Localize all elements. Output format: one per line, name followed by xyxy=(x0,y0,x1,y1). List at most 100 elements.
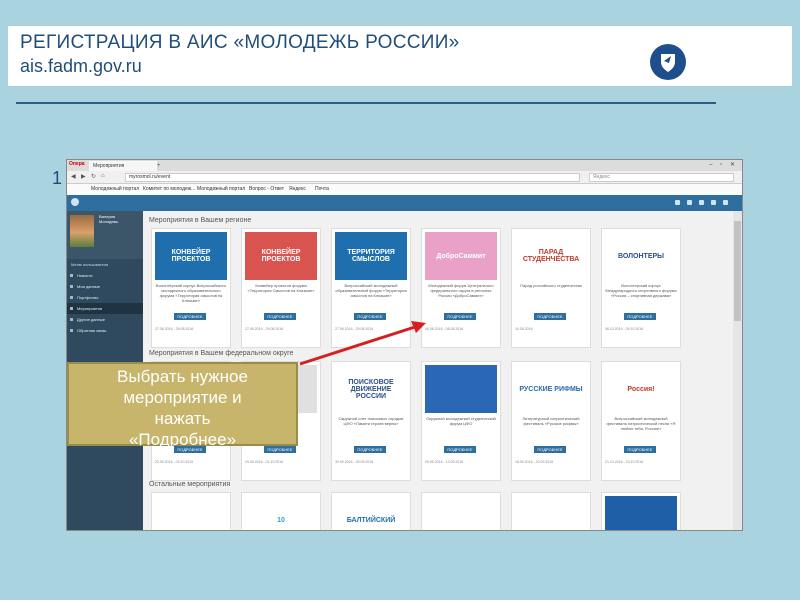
scroll-thumb[interactable] xyxy=(734,221,741,321)
calendar-icon[interactable] xyxy=(699,200,704,205)
sidebar-item-my-data[interactable]: Мои данные xyxy=(67,281,143,292)
event-description: Литературный патриотический фестиваль «Р… xyxy=(522,416,580,426)
new-tab-icon[interactable]: + xyxy=(157,163,161,169)
bookmark-item[interactable]: Яндекс xyxy=(289,186,306,192)
event-card[interactable]: КОНВЕЙЕР ПРОЕКТОВ Конвейер проектов форум… xyxy=(241,228,321,348)
event-image[interactable]: ПАРАД СТУДЕНЧЕСТВА xyxy=(515,232,587,280)
event-card[interactable]: ПОИСКОВОЕ ДВИЖЕНИЕ РОССИИ Окружной слет п… xyxy=(331,361,411,481)
url-input[interactable]: myrosmol.ru/event xyxy=(125,173,580,182)
user-profile: Валерия Молодежь xyxy=(67,211,143,259)
event-card[interactable] xyxy=(511,492,591,530)
site-header xyxy=(67,195,742,211)
event-card[interactable] xyxy=(601,492,681,530)
event-image[interactable] xyxy=(155,496,227,530)
event-image[interactable] xyxy=(515,496,587,530)
event-card[interactable] xyxy=(421,492,501,530)
event-image[interactable]: ТЕРРИТОРИЯ СМЫСЛОВ xyxy=(335,232,407,280)
event-dates: 30.09.2016 - 30.09.2016 xyxy=(335,460,374,464)
bookmark-item[interactable]: Молодежный портал xyxy=(91,186,139,192)
event-dates: 27.06.2016 - 29.08.2016 xyxy=(245,327,284,331)
event-dates: 21.10.2016 - 23.10.2016 xyxy=(605,460,644,464)
reload-icon[interactable]: ↻ xyxy=(91,173,96,180)
event-description: Конвейер проектов форума «Территория Смы… xyxy=(247,283,315,293)
browser-tabbar: Опера Мероприятия + – ▫ ✕ xyxy=(67,160,742,171)
sidebar-item-news[interactable]: Новости xyxy=(67,270,143,281)
event-description: Молодежный форум Центрального федерально… xyxy=(428,283,494,298)
slide-title: РЕГИСТРАЦИЯ В АИС «МОЛОДЕЖЬ РОССИИ» xyxy=(20,32,460,53)
bookmark-item[interactable]: Комитет по молодеж... xyxy=(143,186,195,192)
event-dates: 09.09.2016 - 12.09.2016 xyxy=(425,460,464,464)
avatar xyxy=(70,215,94,247)
event-dates: 18.09.2016 - 23.09.2016 xyxy=(515,460,554,464)
event-card[interactable] xyxy=(151,492,231,530)
header-divider xyxy=(16,102,716,104)
event-image[interactable]: КОНВЕЙЕР ПРОЕКТОВ xyxy=(245,232,317,280)
event-card[interactable]: Россия! Всероссийский молодежный фестивал… xyxy=(601,361,681,481)
event-image[interactable]: РУССКИЕ РИФМЫ xyxy=(515,365,587,413)
window-controls[interactable]: – ▫ ✕ xyxy=(709,161,738,168)
notification-icon[interactable] xyxy=(675,200,680,205)
details-button[interactable]: ПОДРОБНЕЕ xyxy=(534,446,566,453)
event-description: Волонтёрский корпус Всероссийского молод… xyxy=(155,283,227,303)
details-button[interactable]: ПОДРОБНЕЕ xyxy=(444,446,476,453)
logout-icon[interactable] xyxy=(723,200,728,205)
event-image[interactable]: ПОИСКОВОЕ ДВИЖЕНИЕ РОССИИ xyxy=(335,365,407,413)
home-icon[interactable]: ⌂ xyxy=(101,173,105,179)
browser-tab[interactable]: Мероприятия xyxy=(89,161,157,171)
settings-icon[interactable] xyxy=(711,200,716,205)
details-button[interactable]: ПОДРОБНЕЕ xyxy=(354,446,386,453)
page-scrollbar[interactable] xyxy=(733,211,742,530)
browser-logo: Опера xyxy=(69,161,85,167)
event-card[interactable]: ТЕРРИТОРИЯ СМЫСЛОВ Всероссийский молодежн… xyxy=(331,228,411,348)
callout-line: нажать xyxy=(154,409,211,428)
event-image[interactable] xyxy=(425,365,497,413)
section-title-other: Остальные мероприятия xyxy=(149,481,231,488)
event-card[interactable]: БАЛТИЙСКИЙ xyxy=(331,492,411,530)
event-image[interactable]: 10 xyxy=(245,496,317,530)
event-dates: 27.06.2016 - 29.08.2016 xyxy=(155,327,194,331)
sidebar-item-portfolio[interactable]: Портфолио xyxy=(67,292,143,303)
details-button[interactable]: ПОДРОБНЕЕ xyxy=(624,313,656,320)
details-button[interactable]: ПОДРОБНЕЕ xyxy=(264,313,296,320)
bookmark-item[interactable]: Почта xyxy=(315,186,329,192)
callout-line: «Подробнее» xyxy=(128,430,237,449)
forward-icon[interactable]: ▶ xyxy=(81,173,86,180)
details-button[interactable]: ПОДРОБНЕЕ xyxy=(534,313,566,320)
event-card[interactable]: 10 xyxy=(241,492,321,530)
address-bar: ◀ ▶ ↻ ⌂ myrosmol.ru/event Яндекс xyxy=(67,171,742,184)
details-button[interactable]: ПОДРОБНЕЕ xyxy=(174,313,206,320)
step-number: 1 xyxy=(52,168,63,188)
browser-screenshot: Опера Мероприятия + – ▫ ✕ ◀ ▶ ↻ ⌂ myrosm… xyxy=(66,159,743,531)
bookmark-item[interactable]: Вопрос - Ответ xyxy=(249,186,284,192)
event-image[interactable] xyxy=(605,496,677,530)
back-icon[interactable]: ◀ xyxy=(71,173,76,180)
event-card[interactable]: ПАРАД СТУДЕНЧЕСТВА Парад российского студ… xyxy=(511,228,591,348)
event-card[interactable]: ВОЛОНТЕРЫ Волонтерский корпус Международн… xyxy=(601,228,681,348)
callout-line: мероприятие и xyxy=(123,388,242,407)
event-image[interactable]: КОНВЕЙЕР ПРОЕКТОВ xyxy=(155,232,227,280)
sidebar-item-feedback[interactable]: Обратная связь xyxy=(67,325,143,336)
details-button[interactable]: ПОДРОБНЕЕ xyxy=(354,313,386,320)
mail-icon[interactable] xyxy=(687,200,692,205)
event-card[interactable]: Окружной молодежный студенческий форум Ц… xyxy=(421,361,501,481)
callout-line: Выбрать нужное xyxy=(117,367,248,386)
event-card[interactable]: ДоброСаммит Молодежный форум Центрального… xyxy=(421,228,501,348)
event-image[interactable]: ВОЛОНТЕРЫ xyxy=(605,232,677,280)
slide-subtitle: ais.fadm.gov.ru xyxy=(20,56,142,76)
event-card[interactable]: КОНВЕЙЕР ПРОЕКТОВ Волонтёрский корпус Все… xyxy=(151,228,231,348)
bookmark-item[interactable]: Молодежный портал xyxy=(197,186,245,192)
user-role: Молодежь xyxy=(99,219,119,224)
sidebar-item-other-data[interactable]: Другие данные xyxy=(67,314,143,325)
details-button[interactable]: ПОДРОБНЕЕ xyxy=(624,446,656,453)
event-description: Окружной молодежный студенческий форум Ц… xyxy=(426,416,496,426)
event-dates: 27.06.2016 - 29.08.2016 xyxy=(335,327,374,331)
section-title-federal: Мероприятия в Вашем федеральном округе xyxy=(149,350,294,357)
event-image[interactable]: БАЛТИЙСКИЙ xyxy=(335,496,407,530)
event-image[interactable]: Россия! xyxy=(605,365,677,413)
sidebar-item-events[interactable]: Мероприятия xyxy=(67,303,143,314)
search-input[interactable]: Яндекс xyxy=(589,173,734,182)
event-card[interactable]: РУССКИЕ РИФМЫ Литературный патриотический… xyxy=(511,361,591,481)
details-button[interactable]: ПОДРОБНЕЕ xyxy=(444,313,476,320)
event-image[interactable] xyxy=(425,496,497,530)
event-image[interactable]: ДоброСаммит xyxy=(425,232,497,280)
